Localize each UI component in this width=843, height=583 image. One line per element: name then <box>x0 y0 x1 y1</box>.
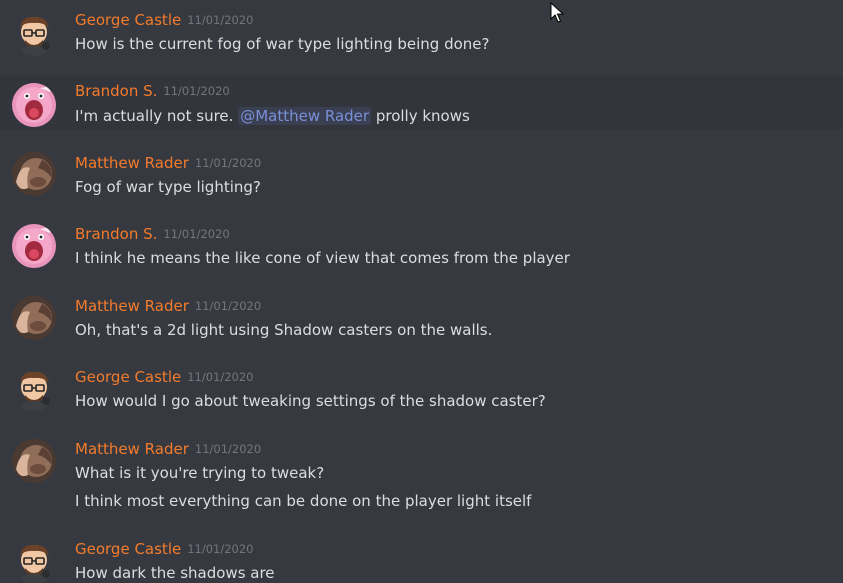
timestamp: 11/01/2020 <box>187 370 254 384</box>
user-mention[interactable]: @Matthew Rader <box>238 107 372 125</box>
author-name[interactable]: Matthew Rader 11/01/2020 <box>75 154 261 172</box>
timestamp: 11/01/2020 <box>194 299 262 313</box>
chat-messages: George Castle 11/01/2020 How is the curre… <box>0 0 843 583</box>
author-name[interactable]: George Castle 11/01/2020 <box>75 11 254 29</box>
author-name[interactable]: George Castle 11/01/2020 <box>75 368 254 386</box>
message-text: Oh, that's a 2d light using Shadow caste… <box>75 321 493 339</box>
timestamp: 11/01/2020 <box>163 84 230 98</box>
timestamp: 11/01/2020 <box>163 227 230 241</box>
message-item[interactable]: Matthew Rader 11/01/2020 Fog of war type … <box>0 146 843 206</box>
message-text: How dark the shadows are <box>75 564 275 582</box>
author-name[interactable]: Brandon S. 11/01/2020 <box>75 225 230 243</box>
matthew-avatar[interactable] <box>12 439 56 483</box>
message-text: I think he means the like cone of view t… <box>75 249 570 267</box>
message-item[interactable]: George Castle 11/01/2020 How would I go a… <box>0 362 843 422</box>
brandon-avatar[interactable] <box>12 83 56 127</box>
george-avatar[interactable] <box>12 367 56 411</box>
matthew-avatar[interactable] <box>12 296 56 340</box>
message-item[interactable]: Brandon S. 11/01/2020 I'm actually not su… <box>0 76 843 130</box>
author-name[interactable]: Matthew Rader 11/01/2020 <box>75 440 261 458</box>
brandon-avatar[interactable] <box>12 224 56 268</box>
message-text: I think most everything can be done on t… <box>75 492 532 510</box>
message-text: I'm actually not sure. @Matthew Rader pr… <box>75 107 470 125</box>
message-item[interactable]: Matthew Rader 11/01/2020 What is it you'r… <box>0 434 843 524</box>
timestamp: 11/01/2020 <box>187 13 254 27</box>
mouse-cursor-icon <box>550 2 564 23</box>
george-avatar[interactable] <box>12 12 56 56</box>
author-name[interactable]: Matthew Rader 11/01/2020 <box>75 297 261 315</box>
message-item[interactable]: Brandon S. 11/01/2020 I think he means th… <box>0 218 843 278</box>
author-name[interactable]: Brandon S. 11/01/2020 <box>75 82 230 100</box>
message-item[interactable]: George Castle 11/01/2020 How is the curre… <box>0 0 843 72</box>
timestamp: 11/01/2020 <box>187 542 254 556</box>
timestamp: 11/01/2020 <box>194 442 262 456</box>
message-item[interactable]: George Castle 11/01/2020 How dark the sha… <box>0 534 843 583</box>
message-text: How is the current fog of war type light… <box>75 35 490 53</box>
message-text: What is it you're trying to tweak? <box>75 464 325 482</box>
george-avatar[interactable] <box>12 540 56 583</box>
matthew-avatar[interactable] <box>12 152 56 196</box>
message-item[interactable]: Matthew Rader 11/01/2020 Oh, that's a 2d … <box>0 290 843 350</box>
message-text: How would I go about tweaking settings o… <box>75 392 546 410</box>
timestamp: 11/01/2020 <box>194 156 262 170</box>
author-name[interactable]: George Castle 11/01/2020 <box>75 540 254 558</box>
message-text: Fog of war type lighting? <box>75 178 261 196</box>
